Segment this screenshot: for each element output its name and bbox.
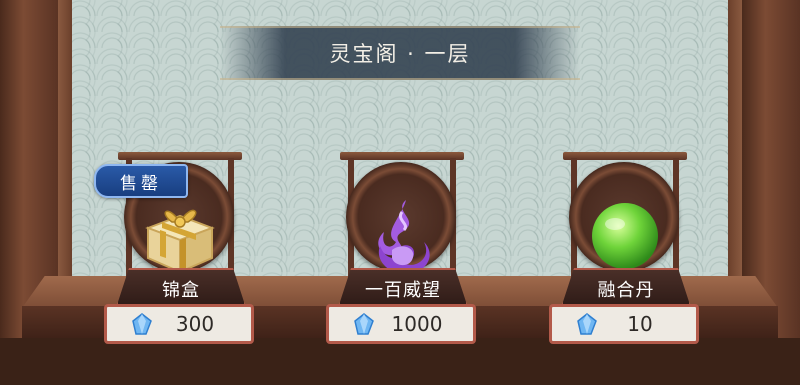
item-price: 10 (627, 312, 653, 336)
blue-crystal-icon (577, 313, 597, 335)
gift-box-icon (140, 198, 220, 278)
shop-item-gift-box[interactable]: 售罄 锦盒 300 (94, 150, 260, 365)
green-pill-icon (585, 198, 665, 278)
blue-crystal-icon (354, 313, 374, 335)
shop-title: 灵宝阁 · 一层 (329, 42, 471, 66)
item-name-plate: 锦盒 (116, 268, 246, 308)
shop-item-prestige[interactable]: 一百威望 1000 (322, 150, 482, 365)
sold-out-label: 售罄 (120, 173, 162, 194)
shop-title-banner: 灵宝阁 · 一层 (220, 26, 580, 80)
sold-out-badge: 售罄 (94, 164, 188, 198)
item-name: 锦盒 (162, 280, 200, 301)
display-stand-bar (563, 152, 687, 160)
item-name-plate: 融合丹 (561, 268, 691, 308)
item-name: 融合丹 (597, 280, 655, 301)
blue-crystal-icon (132, 313, 152, 335)
item-price: 1000 (391, 312, 443, 336)
display-stand-bar (118, 152, 242, 160)
item-name: 一百威望 (365, 280, 441, 301)
price-tag: 10 (549, 304, 699, 344)
display-stand-bar (340, 152, 464, 160)
shop-item-fusion-pill[interactable]: 融合丹 10 (545, 150, 705, 365)
price-tag: 1000 (326, 304, 476, 344)
shop-scene: 灵宝阁 · 一层 售罄 锦盒 300 一百威望 1000 融合丹 10 (0, 0, 800, 385)
item-price: 300 (175, 312, 215, 336)
purple-flame-icon (362, 198, 442, 278)
item-name-plate: 一百威望 (338, 268, 468, 308)
price-tag: 300 (104, 304, 254, 344)
